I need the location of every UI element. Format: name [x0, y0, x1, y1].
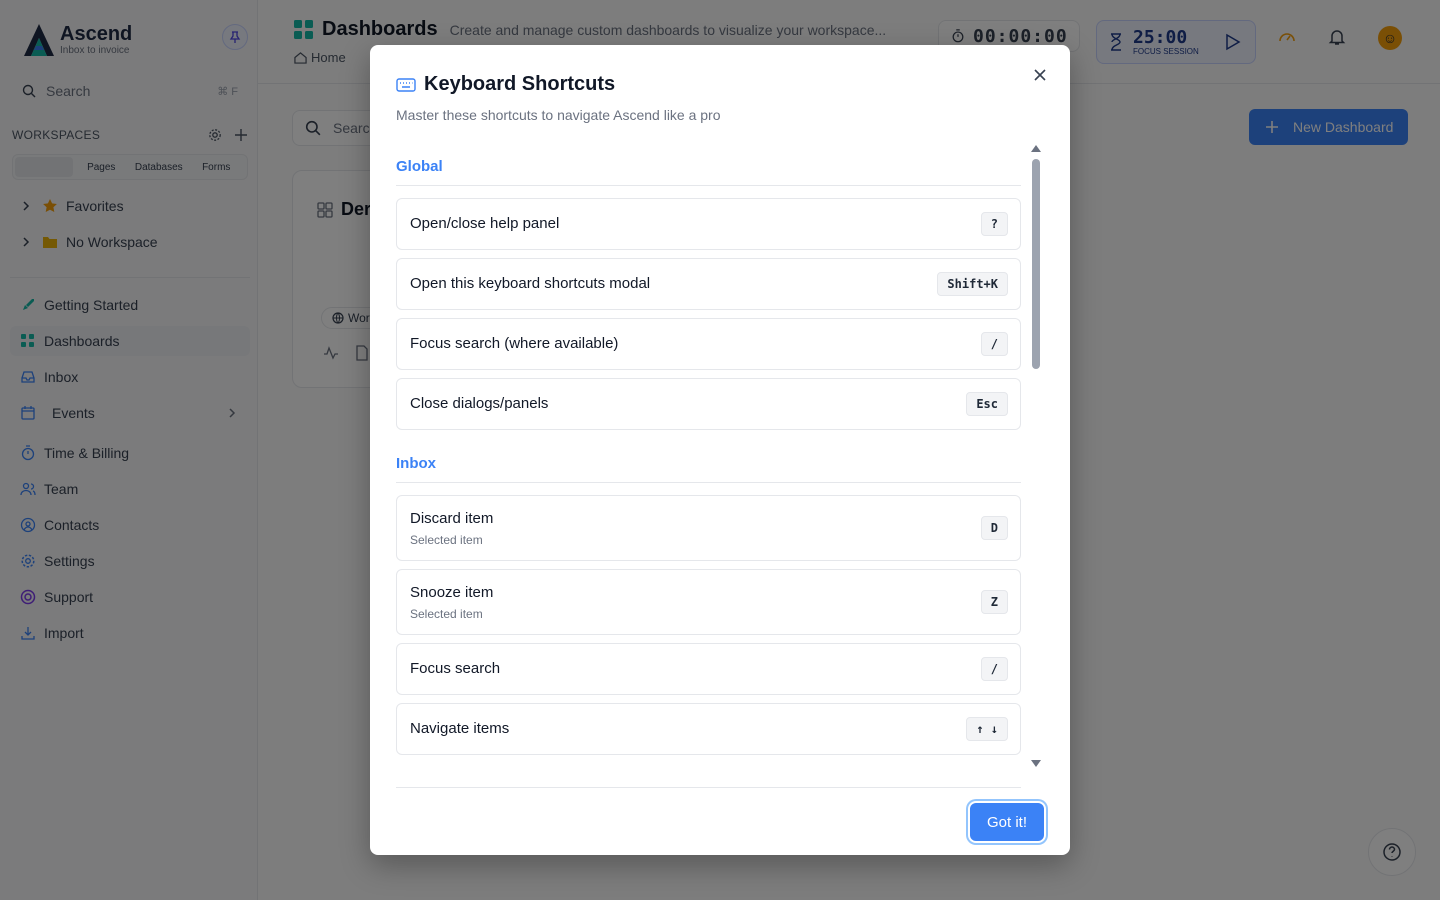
close-button[interactable] — [1030, 65, 1050, 85]
shortcut-key: / — [980, 657, 1008, 681]
shortcut-label: Open this keyboard shortcuts modal — [410, 275, 651, 292]
shortcut-row: Navigate items ↑ ↓ — [396, 703, 1021, 755]
shortcut-row: Discard item Selected item D — [396, 495, 1021, 561]
shortcut-label: Open/close help panel — [410, 215, 560, 232]
keyboard-shortcuts-modal: Keyboard Shortcuts Master these shortcut… — [370, 45, 1070, 855]
shortcut-row: Close dialogs/panels Esc — [396, 378, 1021, 430]
shortcut-label: Discard item — [410, 510, 494, 527]
shortcut-row: Open/close help panel ? — [396, 198, 1021, 250]
shortcut-key: ↑ ↓ — [966, 717, 1008, 741]
modal-subtitle: Master these shortcuts to navigate Ascen… — [396, 107, 721, 123]
shortcut-row: Focus search / — [396, 643, 1021, 695]
scroll-thumb[interactable] — [1032, 159, 1040, 369]
scroll-up-arrow[interactable] — [1031, 145, 1041, 152]
shortcut-label: Focus search — [410, 660, 501, 677]
close-icon — [1034, 69, 1046, 81]
shortcuts-list[interactable]: Global Open/close help panel ? Open this… — [396, 145, 1021, 765]
shortcut-label: Navigate items — [410, 720, 510, 737]
shortcut-key: Z — [980, 590, 1008, 614]
shortcut-label: Close dialogs/panels — [410, 395, 549, 412]
modal-title-text: Keyboard Shortcuts — [424, 73, 616, 95]
shortcut-label: Focus search (where available) — [410, 335, 619, 352]
got-it-button[interactable]: Got it! — [970, 803, 1044, 841]
shortcut-row: Snooze item Selected item Z — [396, 569, 1021, 635]
section-title-global: Global — [396, 158, 443, 175]
modal-title: Keyboard Shortcuts — [396, 73, 615, 96]
shortcut-key: Esc — [966, 392, 1008, 416]
shortcut-row: Open this keyboard shortcuts modal Shift… — [396, 258, 1021, 310]
keyboard-icon — [396, 77, 416, 92]
shortcut-key: Shift+K — [937, 272, 1008, 296]
shortcut-key: D — [980, 516, 1008, 540]
shortcut-context: Selected item — [410, 607, 483, 621]
shortcut-row: Focus search (where available) / — [396, 318, 1021, 370]
section-title-inbox: Inbox — [396, 455, 436, 472]
shortcut-key: ? — [980, 212, 1008, 236]
footer-divider — [396, 787, 1021, 788]
section-divider — [396, 482, 1021, 483]
shortcut-key: / — [980, 332, 1008, 356]
modal-scrollbar[interactable] — [1030, 145, 1042, 770]
shortcut-context: Selected item — [410, 533, 483, 547]
shortcut-label: Snooze item — [410, 584, 494, 601]
scroll-down-arrow[interactable] — [1031, 760, 1041, 767]
section-divider — [396, 185, 1021, 186]
